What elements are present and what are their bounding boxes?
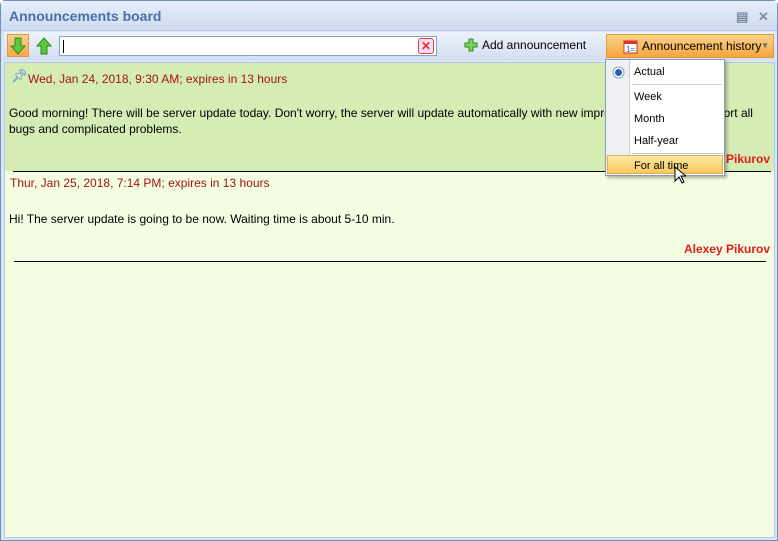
window-title: Announcements board bbox=[9, 8, 162, 24]
clear-search-icon[interactable]: ✕ bbox=[418, 38, 434, 54]
menu-item-week[interactable]: Week bbox=[634, 91, 662, 103]
announcement-header: Thur, Jan 25, 2018, 7:14 PM; expires in … bbox=[10, 176, 270, 190]
search-input[interactable]: ✕ bbox=[59, 36, 437, 56]
menu-separator bbox=[632, 84, 722, 85]
maximize-icon[interactable]: ▤ bbox=[736, 9, 748, 25]
svg-text:1=: 1= bbox=[626, 45, 635, 54]
radio-selected-icon bbox=[612, 66, 625, 79]
move-down-button[interactable] bbox=[7, 34, 29, 57]
divider bbox=[14, 261, 766, 262]
announcement-body: Hi! The server update is going to be now… bbox=[9, 212, 395, 226]
title-bar: Announcements board ▤ ✕ bbox=[1, 1, 777, 31]
pin-icon: 📌︎ bbox=[11, 68, 28, 83]
arrow-up-icon bbox=[36, 36, 52, 54]
announcement-header: Wed, Jan 24, 2018, 9:30 AM; expires in 1… bbox=[28, 72, 288, 86]
toolbar: ✕ Add announcement 1= Announcement histo… bbox=[4, 32, 775, 60]
history-dropdown-menu: Actual Week Month Half-year For all time bbox=[605, 59, 725, 184]
announcement-history-button[interactable]: 1= Announcement history ▼ bbox=[606, 34, 774, 58]
chevron-down-icon: ▼ bbox=[761, 41, 769, 50]
move-up-button[interactable] bbox=[33, 34, 55, 57]
announcements-window: Announcements board ▤ ✕ ✕ Add announceme… bbox=[0, 0, 778, 541]
add-announcement-label: Add announcement bbox=[482, 38, 587, 52]
arrow-down-icon bbox=[10, 37, 26, 55]
announcement-author: Alexey Pikurov bbox=[683, 242, 770, 256]
mouse-cursor-icon bbox=[674, 166, 686, 184]
add-announcement-button[interactable]: Add announcement bbox=[464, 38, 586, 52]
announcement-history-label: Announcement history bbox=[642, 39, 762, 53]
calendar-icon: 1= bbox=[623, 40, 638, 54]
menu-item-half-year[interactable]: Half-year bbox=[634, 135, 679, 147]
text-caret bbox=[63, 40, 64, 53]
menu-item-month[interactable]: Month bbox=[634, 113, 665, 125]
plus-icon bbox=[464, 38, 478, 52]
close-icon[interactable]: ✕ bbox=[758, 9, 769, 25]
menu-separator bbox=[632, 153, 722, 154]
menu-item-actual[interactable]: Actual bbox=[634, 66, 665, 78]
